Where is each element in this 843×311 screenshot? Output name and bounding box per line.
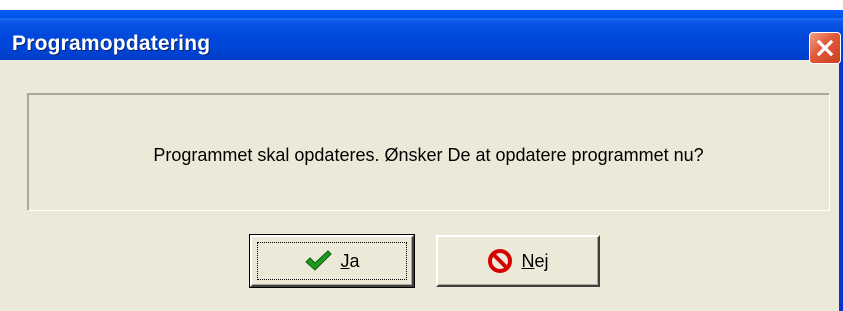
close-button[interactable] <box>809 32 841 64</box>
message-panel: Programmet skal opdateres. Ønsker De at … <box>27 93 830 211</box>
yes-button[interactable]: Ja <box>249 234 415 288</box>
close-icon <box>816 39 834 57</box>
message-text: Programmet skal opdateres. Ønsker De at … <box>153 145 704 165</box>
focus-rectangle <box>257 242 407 280</box>
prohibited-icon <box>488 249 513 273</box>
no-button[interactable]: Nej <box>436 235 600 287</box>
window-title: Programopdatering <box>12 32 211 55</box>
title-bar[interactable]: Programopdatering <box>0 0 843 64</box>
no-button-label: Nej <box>521 250 549 271</box>
dialog-window: Programopdatering Programmet skal opdate… <box>0 0 843 311</box>
